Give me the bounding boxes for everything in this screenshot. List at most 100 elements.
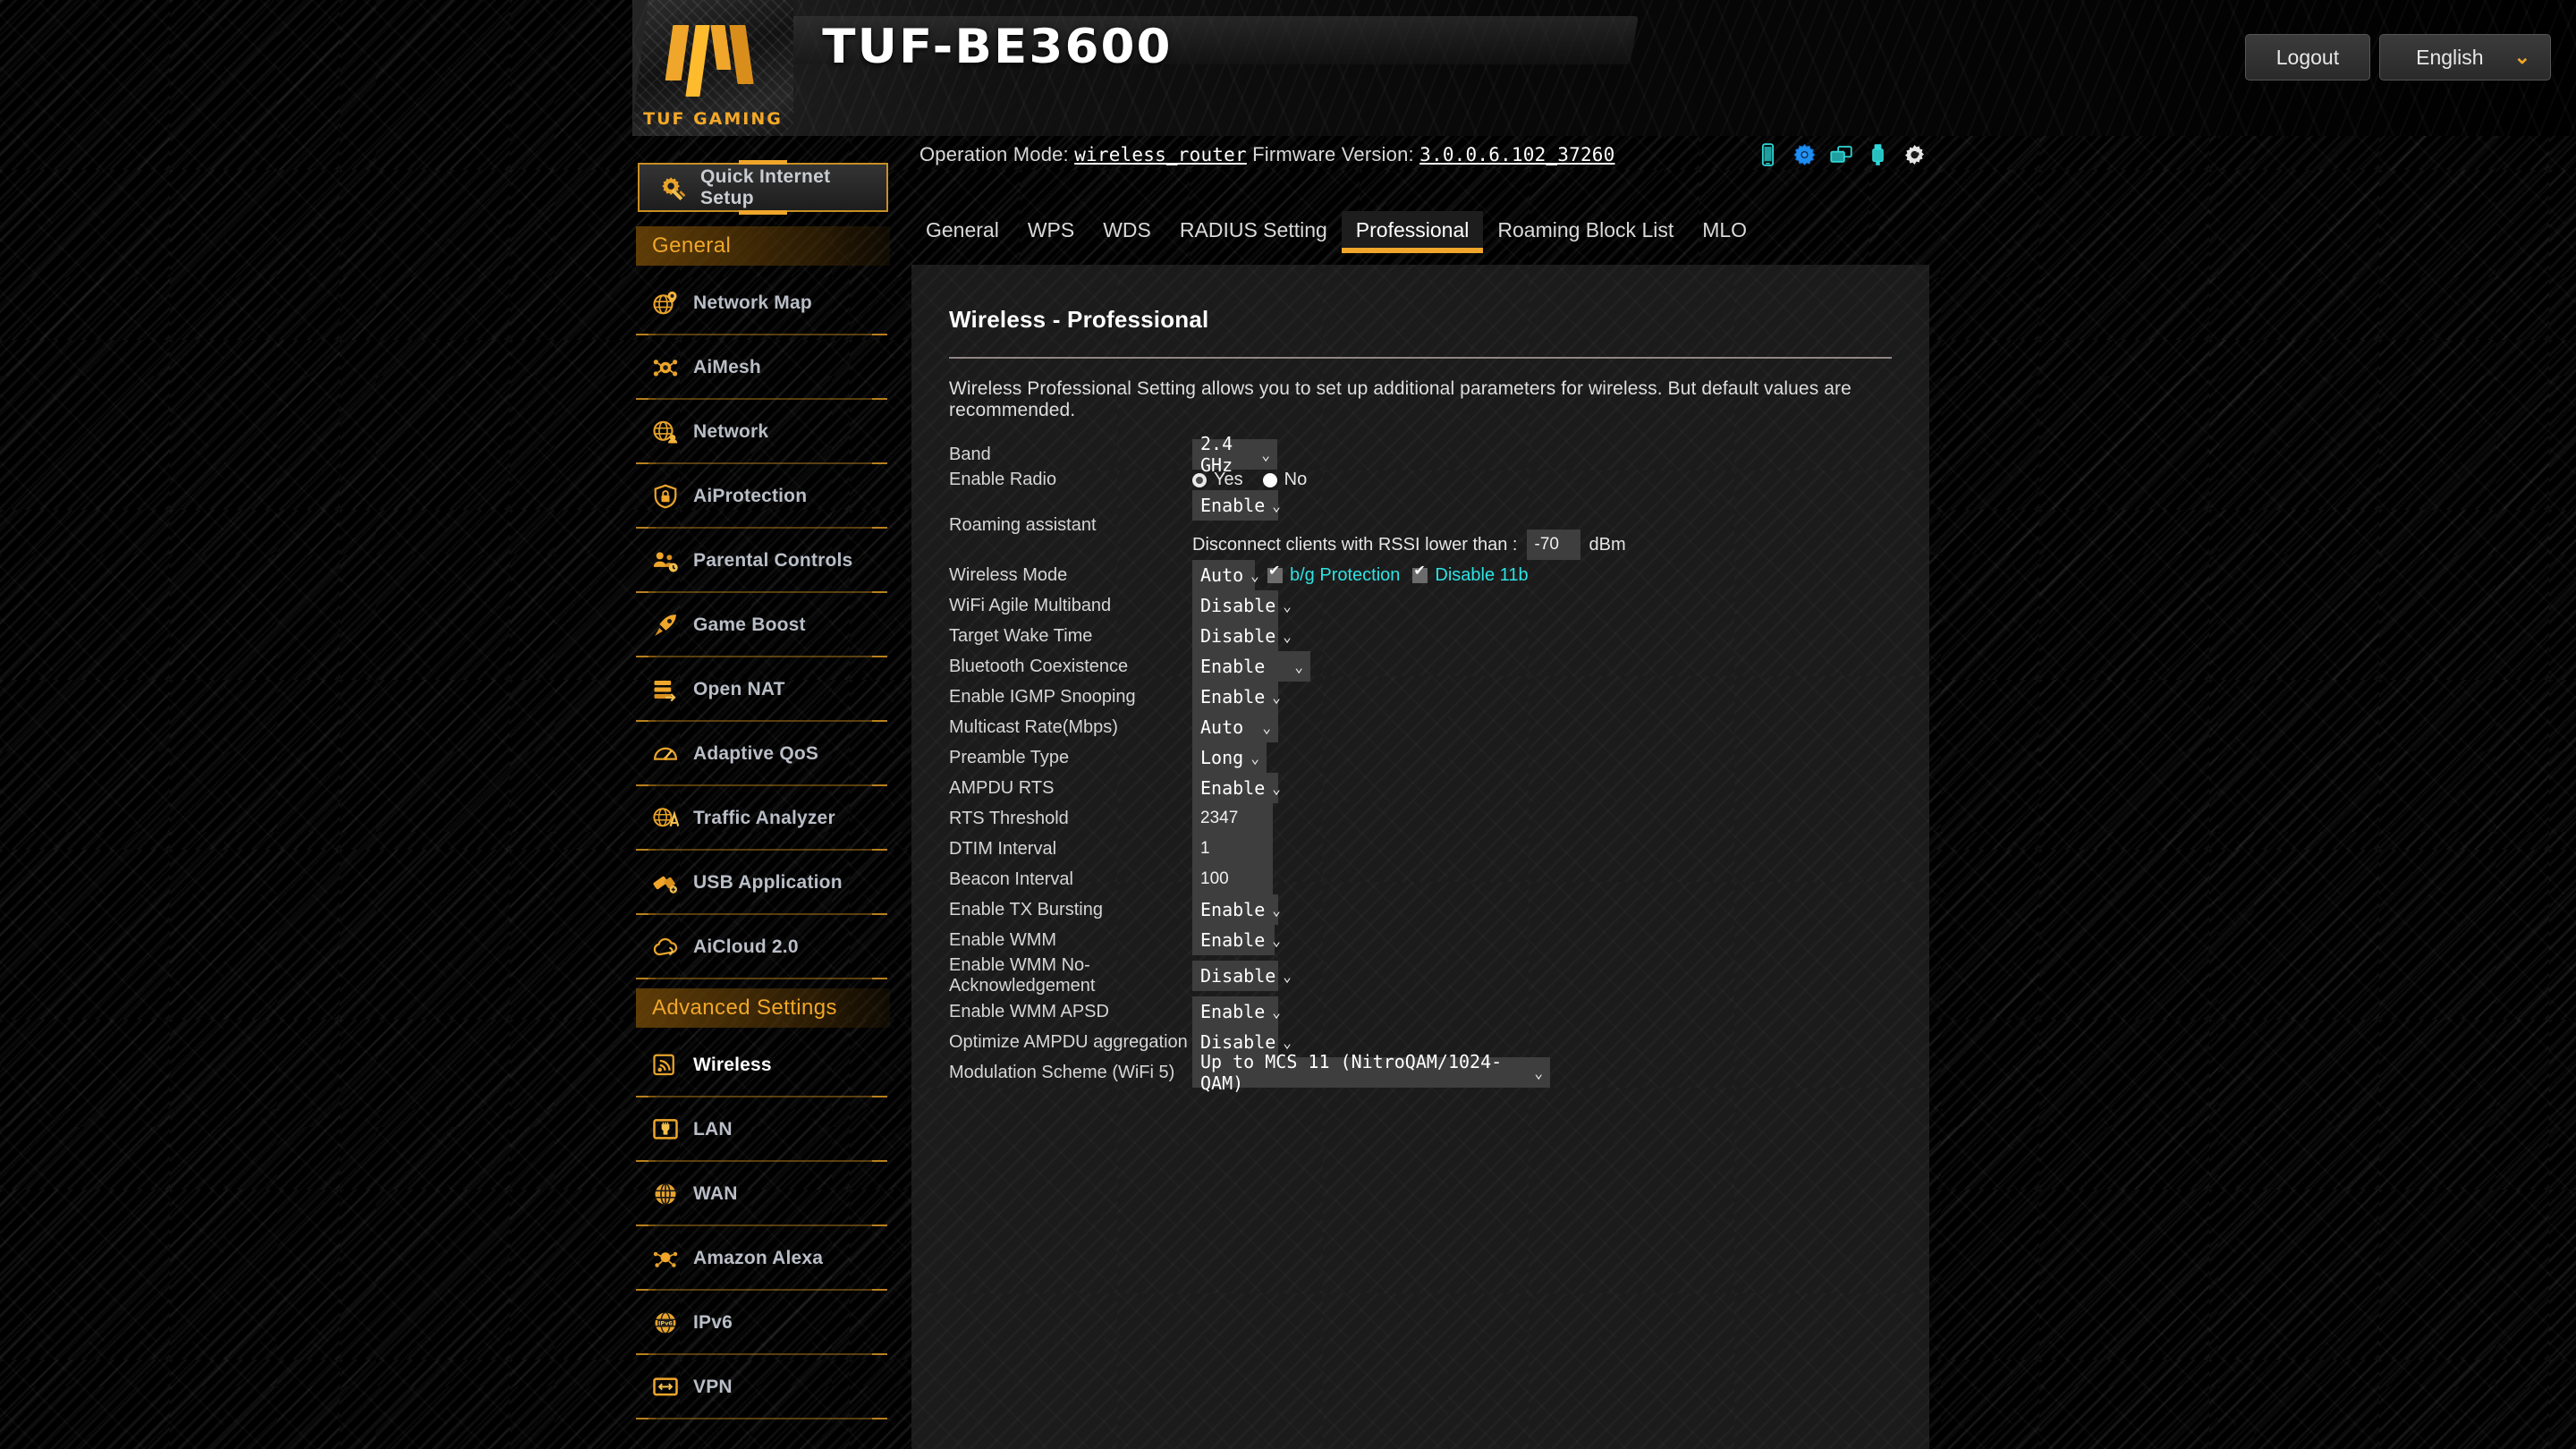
ampdu-rts-select[interactable]: Enable ⌄ bbox=[1192, 773, 1281, 803]
firmware-version-value[interactable]: 3.0.0.6.102_37260 bbox=[1419, 144, 1614, 165]
sidebar-item-vpn[interactable]: VPN bbox=[636, 1355, 890, 1419]
quick-internet-setup-button[interactable]: Quick Internet Setup bbox=[638, 163, 888, 212]
enable-radio-no-radio[interactable] bbox=[1262, 472, 1277, 487]
bg-protection-checkbox[interactable] bbox=[1267, 564, 1283, 583]
row-target-wake-time: Target Wake Time Disable ⌄ bbox=[949, 621, 1892, 651]
sidebar-item-aimesh[interactable]: AiMesh bbox=[636, 335, 890, 400]
sidebar-item-wan[interactable]: WAN bbox=[636, 1162, 890, 1226]
tab-mlo[interactable]: MLO bbox=[1688, 211, 1761, 253]
enable-radio-no-label: No bbox=[1284, 470, 1308, 489]
bg-protection-checkbox-wrap[interactable]: b/g Protection bbox=[1267, 564, 1401, 586]
usb-icon[interactable] bbox=[1866, 141, 1890, 168]
preamble-type-select[interactable]: Long ⌄ bbox=[1192, 742, 1267, 773]
tab-professional[interactable]: Professional bbox=[1341, 211, 1484, 253]
dtim-interval-input[interactable] bbox=[1192, 834, 1273, 864]
chevron-down-icon: ⌄ bbox=[1261, 445, 1270, 463]
sidebar-item-label: LAN bbox=[693, 1119, 733, 1140]
sidebar-item-label: Network bbox=[693, 421, 769, 442]
professional-settings-form: Band 2.4 GHz ⌄ Enable Radio Yes No Roami… bbox=[949, 433, 1892, 1094]
language-selector[interactable]: English ⌄ bbox=[2379, 34, 2551, 80]
sidebar-item-network-map[interactable]: Network Map bbox=[636, 271, 890, 335]
tab-general[interactable]: General bbox=[911, 211, 1013, 253]
logout-button[interactable]: Logout bbox=[2244, 34, 2371, 80]
ampdu-rts-value: Enable bbox=[1200, 777, 1266, 799]
tab-radius-setting[interactable]: RADIUS Setting bbox=[1165, 211, 1342, 253]
cloud-icon bbox=[653, 937, 678, 956]
target-wake-time-select[interactable]: Disable ⌄ bbox=[1192, 621, 1292, 651]
ipv6-icon: IPv6 bbox=[655, 1311, 676, 1335]
sidebar-item-label: Parental Controls bbox=[693, 550, 853, 571]
sidebar-item-adaptive-qos[interactable]: Adaptive QoS bbox=[636, 722, 890, 786]
target-wake-time-value: Disable bbox=[1200, 625, 1276, 647]
page-title: Wireless - Professional bbox=[949, 306, 1209, 333]
sidebar-item-label: IPv6 bbox=[693, 1312, 733, 1333]
roaming-rssi-label: Disconnect clients with RSSI lower than … bbox=[1192, 534, 1518, 555]
sidebar-item-traffic-analyzer[interactable]: Traffic Analyzer bbox=[636, 786, 890, 851]
roaming-rssi-input[interactable] bbox=[1526, 530, 1580, 560]
sidebar-section-advanced: Advanced Settings bbox=[636, 988, 890, 1028]
bluetooth-coexistence-select[interactable]: Enable ⌄ bbox=[1192, 651, 1310, 682]
rts-threshold-input[interactable] bbox=[1192, 803, 1273, 834]
band-select[interactable]: 2.4 GHz ⌄ bbox=[1192, 433, 1277, 476]
sidebar-item-game-boost[interactable]: Game Boost bbox=[636, 593, 890, 657]
igmp-snooping-select[interactable]: Enable ⌄ bbox=[1192, 682, 1281, 712]
sidebar-item-open-nat[interactable]: Open NAT bbox=[636, 657, 890, 722]
sidebar-item-aicloud[interactable]: AiCloud 2.0 bbox=[636, 915, 890, 979]
wmm-select[interactable]: Enable ⌄ bbox=[1192, 925, 1281, 955]
disable-11b-checkbox-wrap[interactable]: Disable 11b bbox=[1412, 564, 1529, 586]
wmm-apsd-select[interactable]: Enable ⌄ bbox=[1192, 996, 1281, 1027]
tab-wds[interactable]: WDS bbox=[1089, 211, 1165, 253]
traffic-analyzer-icon bbox=[653, 808, 679, 827]
tuf-gaming-wordmark: TUF GAMING bbox=[643, 109, 783, 129]
modulation-scheme-select[interactable]: Up to MCS 11 (NitroQAM/1024-QAM) ⌄ bbox=[1192, 1051, 1550, 1094]
enable-radio-label: Enable Radio bbox=[949, 470, 1057, 489]
mobile-icon[interactable] bbox=[1756, 141, 1780, 168]
modulation-scheme-label: Modulation Scheme (WiFi 5) bbox=[949, 1062, 1175, 1082]
ampdu-rts-label: AMPDU RTS bbox=[949, 777, 1055, 798]
firmware-label: Firmware Version: bbox=[1252, 143, 1414, 165]
disable-11b-checkbox[interactable] bbox=[1412, 564, 1428, 583]
disable-11b-label: Disable 11b bbox=[1435, 564, 1529, 585]
sidebar-item-lan[interactable]: LAN bbox=[636, 1097, 890, 1162]
multicast-rate-select[interactable]: Auto ⌄ bbox=[1192, 712, 1278, 742]
wireless-tab-bar: General WPS WDS RADIUS Setting Professio… bbox=[911, 211, 1761, 253]
beacon-interval-label: Beacon Interval bbox=[949, 869, 1073, 889]
row-igmp-snooping: Enable IGMP Snooping Enable ⌄ bbox=[949, 682, 1892, 712]
row-rts-threshold: RTS Threshold bbox=[949, 803, 1892, 834]
sidebar-item-usb-application[interactable]: USB Application bbox=[636, 851, 890, 915]
roaming-assistant-select[interactable]: Enable ⌄ bbox=[1192, 490, 1281, 521]
roaming-rssi-unit: dBm bbox=[1589, 534, 1626, 555]
sidebar-item-parental-controls[interactable]: Parental Controls bbox=[636, 529, 890, 593]
row-beacon-interval: Beacon Interval bbox=[949, 864, 1892, 894]
sidebar-item-wireless[interactable]: Wireless bbox=[636, 1033, 890, 1097]
wifi-agile-multiband-select[interactable]: Disable ⌄ bbox=[1192, 590, 1292, 621]
optimize-ampdu-label: Optimize AMPDU aggregation bbox=[949, 1031, 1188, 1052]
beacon-interval-input[interactable] bbox=[1192, 864, 1273, 894]
bg-protection-label: b/g Protection bbox=[1290, 564, 1401, 585]
settings-gear-icon[interactable] bbox=[1792, 141, 1817, 168]
row-wmm: Enable WMM Enable ⌄ bbox=[949, 925, 1892, 955]
tab-roaming-block-list[interactable]: Roaming Block List bbox=[1483, 211, 1688, 253]
operation-mode-value[interactable]: wireless_router bbox=[1074, 144, 1247, 165]
tuf-gaming-logo: TUF GAMING bbox=[632, 0, 793, 136]
wmm-no-ack-select[interactable]: Disable ⌄ bbox=[1192, 961, 1292, 991]
wireless-mode-select[interactable]: Auto ⌄ bbox=[1192, 560, 1259, 590]
sidebar-item-label: WAN bbox=[693, 1183, 738, 1204]
wireless-icon bbox=[653, 1054, 674, 1076]
tab-wps[interactable]: WPS bbox=[1013, 211, 1089, 253]
enable-radio-yes-radio[interactable] bbox=[1192, 472, 1207, 487]
sidebar-item-label: Game Boost bbox=[693, 614, 806, 635]
sidebar-item-label: AiCloud 2.0 bbox=[693, 936, 799, 957]
reboot-icon[interactable] bbox=[1902, 141, 1927, 168]
quick-setup-label: Quick Internet Setup bbox=[700, 165, 831, 208]
usb-application-icon bbox=[653, 876, 677, 894]
sidebar-item-aiprotection[interactable]: AiProtection bbox=[636, 464, 890, 529]
sidebar-item-ipv6[interactable]: IPv6 IPv6 bbox=[636, 1291, 890, 1355]
row-wireless-mode: Wireless Mode Auto ⌄ b/g Protection bbox=[949, 560, 1892, 590]
sidebar-item-amazon-alexa[interactable]: Amazon Alexa bbox=[636, 1226, 890, 1291]
row-preamble-type: Preamble Type Long ⌄ bbox=[949, 742, 1892, 773]
sidebar-item-network[interactable]: Network bbox=[636, 400, 890, 464]
displays-icon[interactable] bbox=[1829, 141, 1853, 168]
sidebar-item-label: USB Application bbox=[693, 872, 843, 893]
tx-bursting-select[interactable]: Enable ⌄ bbox=[1192, 894, 1281, 925]
